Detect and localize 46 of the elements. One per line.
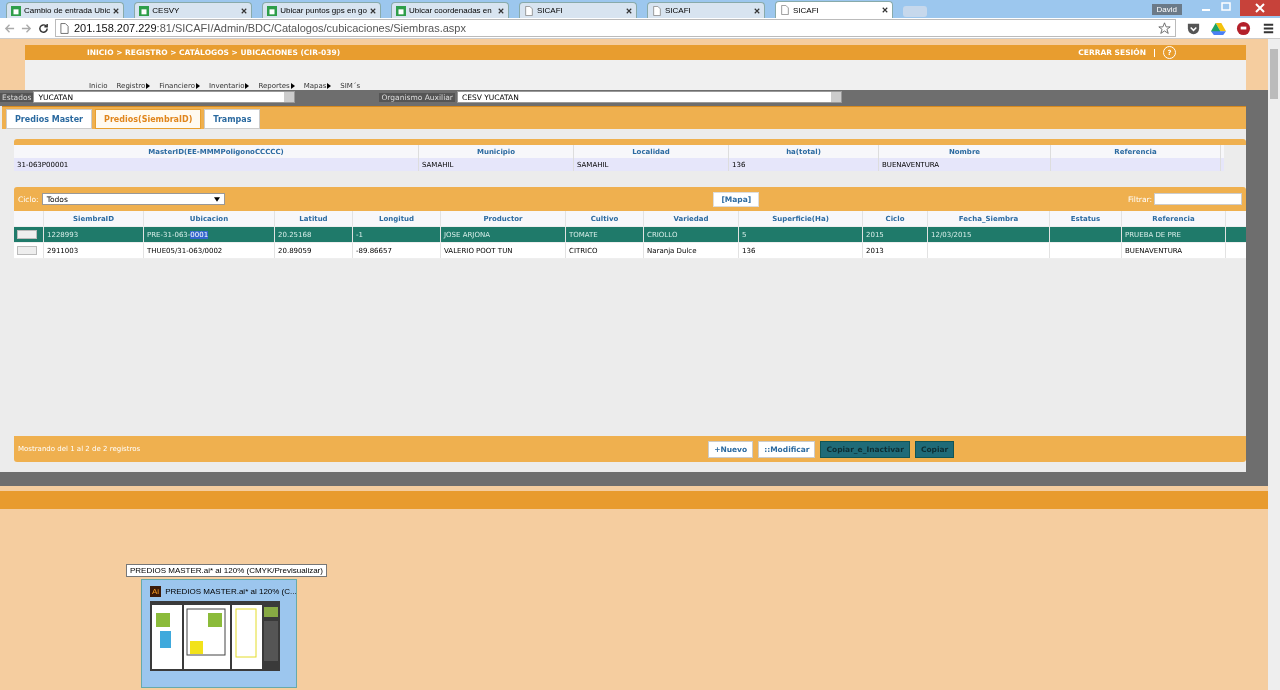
filter-field[interactable]	[1154, 193, 1242, 205]
caret-icon	[213, 196, 220, 202]
star-icon[interactable]	[1158, 21, 1171, 35]
close-icon[interactable]	[498, 7, 504, 14]
scrollbar-thumb[interactable]	[1270, 49, 1278, 99]
page-icon	[652, 5, 662, 16]
drive-icon[interactable]	[1211, 20, 1226, 36]
reload-icon[interactable]	[38, 22, 49, 34]
browser-tab[interactable]: CESVY	[134, 2, 253, 18]
browser-tab[interactable]: SICAFI	[519, 2, 637, 18]
browser-tab[interactable]: Ubicar puntos gps en go	[262, 2, 381, 18]
browser-tab[interactable]: Ubicar coordenadas en	[391, 2, 509, 18]
adblock-icon[interactable]	[1236, 20, 1251, 36]
tab-title: SICAFI	[537, 6, 564, 15]
close-icon[interactable]	[370, 7, 376, 14]
sheet-icon	[396, 5, 406, 16]
window-title: PREDIOS MASTER.ai* al 120% (C...	[165, 587, 297, 596]
browser-tab[interactable]: Cambio de entrada Ubic	[6, 2, 125, 18]
close-icon[interactable]	[113, 7, 120, 14]
app-icon: Ai	[150, 586, 162, 597]
sheet-icon	[267, 5, 278, 16]
tab-title: SICAFI	[665, 6, 692, 15]
page-icon	[780, 5, 790, 15]
tab-title: CESVY	[152, 6, 181, 15]
window-preview[interactable]: Ai PREDIOS MASTER.ai* al 120% (C...	[141, 579, 297, 688]
user-name[interactable]: David	[1151, 3, 1182, 15]
tab-title: Cambio de entrada Ubic	[24, 6, 111, 15]
sheet-icon	[11, 5, 21, 16]
tab[interactable]: Trampas	[204, 109, 261, 129]
sheet-icon	[139, 5, 150, 16]
tab-title: SICAFI	[793, 5, 820, 15]
tab-title: Ubicar puntos gps en go	[280, 6, 367, 15]
url-text: 201.158.207.229:81/SICAFI/Admin/BDC/Catalogos/cubicaciones/Siembras.aspx	[74, 22, 466, 34]
tab-title: Ubicar coordenadas en	[409, 6, 493, 15]
page-icon	[524, 5, 534, 16]
close-icon[interactable]	[626, 7, 632, 14]
tooltip: PREDIOS MASTER.ai* al 120% (CMYK/Previsualizar)	[126, 564, 327, 577]
tab[interactable]: Predios Master	[6, 109, 93, 129]
close-icon[interactable]	[882, 7, 888, 13]
page-icon	[60, 22, 69, 34]
close-icon[interactable]	[241, 7, 248, 14]
browser-tab[interactable]: SICAFI	[775, 1, 893, 18]
close-window-icon[interactable]	[1240, 0, 1280, 16]
address-bar[interactable]: 201.158.207.229:81/SICAFI/Admin/BDC/Catalogos/cubicaciones/Siembras.aspx	[55, 19, 1176, 37]
close-icon[interactable]	[754, 7, 760, 14]
browser-tab[interactable]: SICAFI	[647, 2, 765, 18]
